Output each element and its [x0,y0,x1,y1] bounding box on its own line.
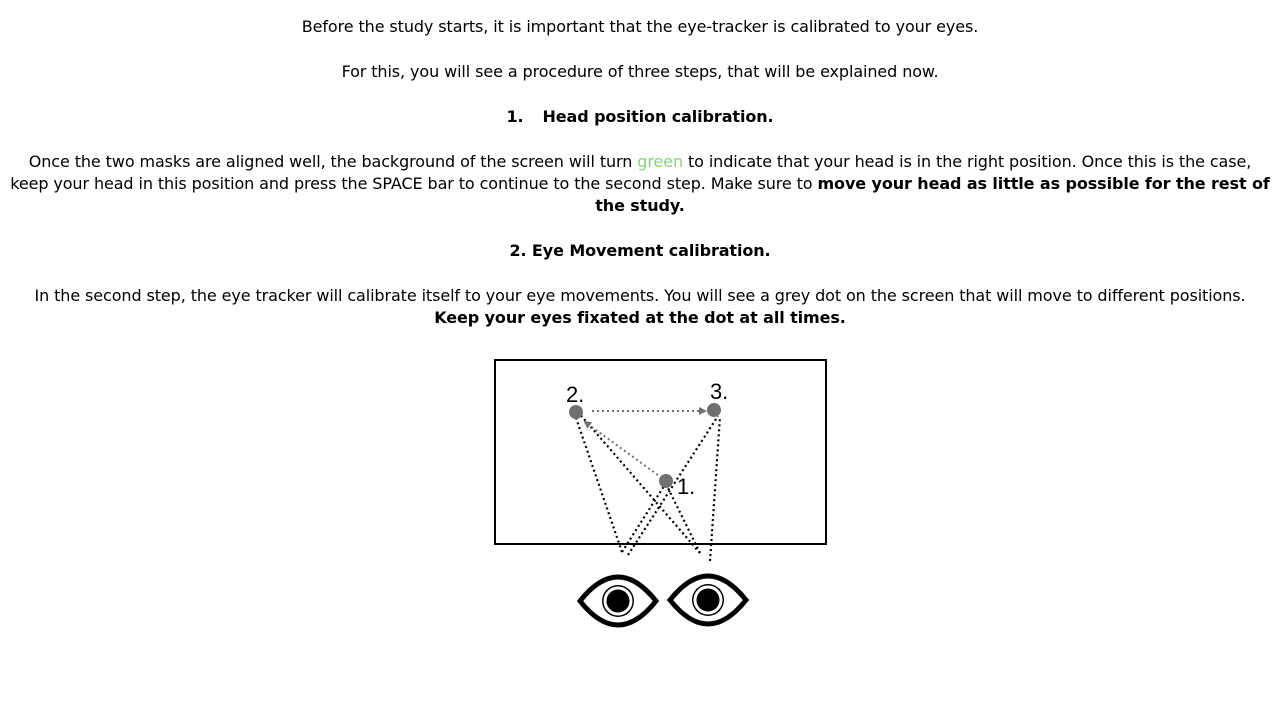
gaze-lines [573,411,722,562]
gaze-line-right-to-dot3 [708,416,722,562]
left-eye-icon [576,574,660,628]
calibration-diagram: 1. 2. 3. [494,359,827,628]
dot-label-3: 3. [710,379,728,404]
calibration-dot-3 [707,403,721,417]
gaze-line-left-to-dot3 [627,415,719,556]
dot-label-2: 2. [566,382,584,407]
gaze-line-left-to-dot1 [621,482,667,553]
right-eye-icon [666,573,750,627]
arrow-dot1-to-dot2 [583,420,663,479]
calibration-dot-1 [659,474,673,488]
dot-label-1: 1. [677,474,695,499]
screen-frame [494,359,827,545]
calibration-dot-2 [569,405,583,419]
